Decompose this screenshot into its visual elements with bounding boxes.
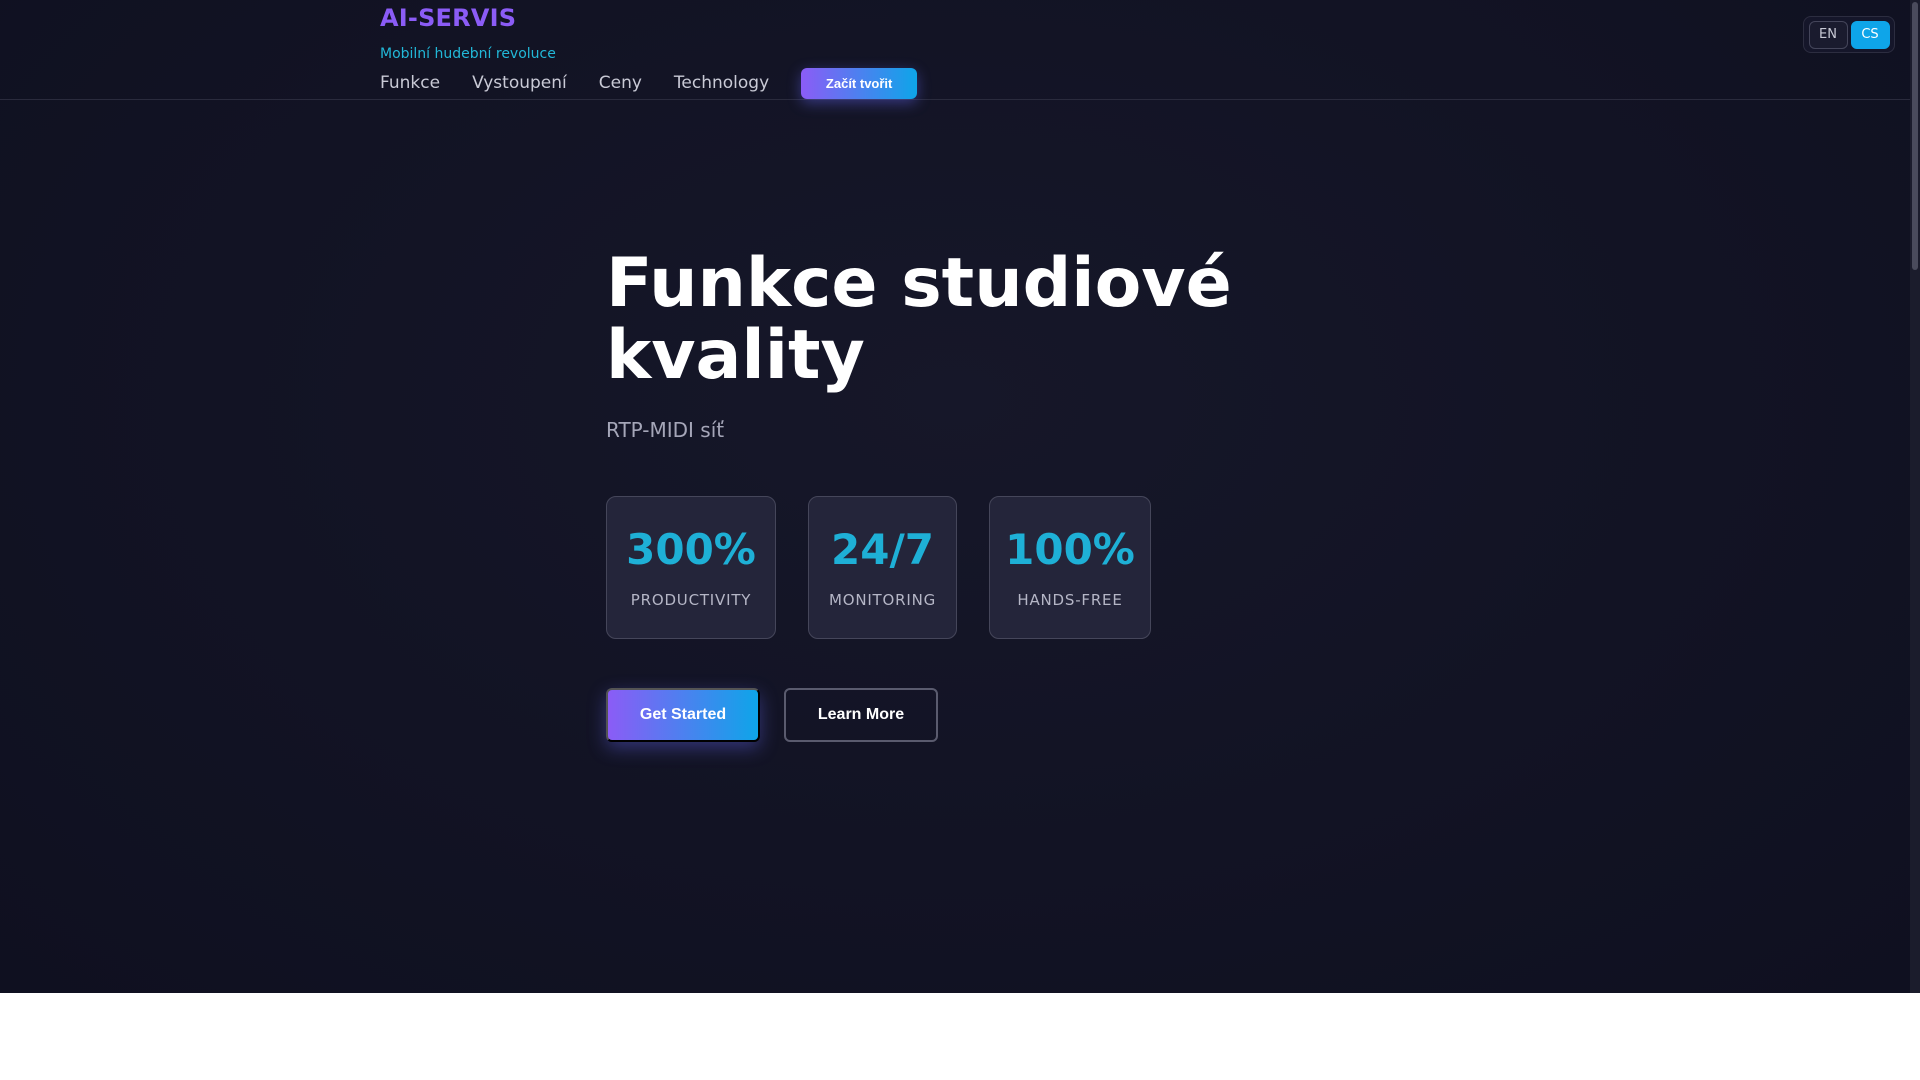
stat-label: PRODUCTIVITY (630, 591, 752, 609)
stat-card-productivity: 300% PRODUCTIVITY (606, 496, 776, 639)
language-en-button[interactable]: EN (1808, 20, 1848, 49)
start-creating-button[interactable]: Začít tvořit (801, 67, 918, 99)
site-header: AI-SERVIS Mobilní hudební revoluce Funkc… (0, 0, 1910, 100)
language-cs-button[interactable]: CS (1850, 20, 1890, 49)
page-background: AI-SERVIS Mobilní hudební revoluce Funkc… (0, 0, 1910, 993)
brand-tagline: Mobilní hudební revoluce (380, 46, 556, 62)
stat-card-hands-free: 100% HANDS-FREE (989, 496, 1151, 639)
learn-more-button[interactable]: Learn More (784, 688, 938, 742)
nav-link-funkce[interactable]: Funkce (380, 73, 440, 93)
brand-logo-text[interactable]: AI-SERVIS (380, 4, 516, 32)
hero-subtitle: RTP-MIDI síť (606, 418, 725, 442)
stat-value: 100% (1005, 525, 1135, 574)
stat-label: HANDS-FREE (1017, 591, 1123, 609)
stat-label: MONITORING (828, 591, 937, 609)
main-nav: Funkce Vystoupení Ceny Technology Začít … (380, 67, 918, 99)
hero-actions: Get Started Learn More (606, 688, 938, 742)
stat-value: 300% (626, 525, 756, 574)
nav-link-vystoupeni[interactable]: Vystoupení (472, 73, 567, 93)
stat-card-monitoring: 24/7 MONITORING (808, 496, 957, 639)
stats-row: 300% PRODUCTIVITY 24/7 MONITORING 100% H… (606, 496, 1151, 639)
nav-link-ceny[interactable]: Ceny (599, 73, 642, 93)
stat-value: 24/7 (831, 525, 935, 574)
nav-link-technology[interactable]: Technology (674, 73, 769, 93)
hero-title: Funkce studiové kvality (606, 244, 1232, 395)
scrollbar-thumb[interactable] (1912, 2, 1918, 270)
language-switcher: EN CS (1803, 16, 1895, 53)
get-started-button[interactable]: Get Started (606, 688, 760, 742)
